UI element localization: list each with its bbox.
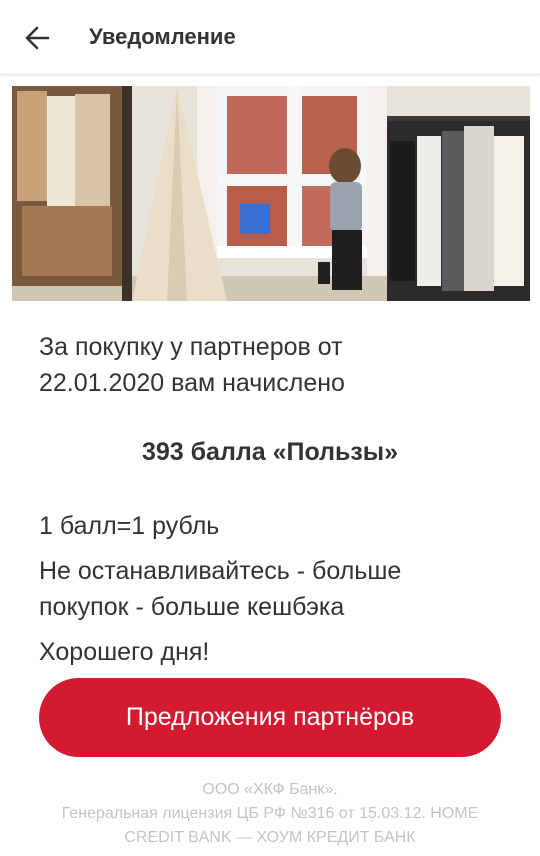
rate-text: 1 балл=1 рубль [39,512,220,540]
hero-image [12,86,530,301]
footer-line-1: ООО «ХКФ Банк». [202,781,338,798]
footer-line-2: Генеральная лицензия ЦБ РФ №316 от 15.03… [61,805,479,822]
back-button[interactable] [18,20,58,56]
encourage-line-2: покупок - больше кешбэка [39,593,345,621]
message-line-1: За покупку у партнеров от [39,333,343,361]
arrow-left-icon [25,26,50,50]
footer-legal: ООО «ХКФ Банк». Генеральная лицензия ЦБ … [0,778,540,850]
encourage-line-1: Не останавливайтесь - больше [39,557,402,585]
app-bar: Уведомление [0,0,540,75]
partners-offers-button[interactable]: Предложения партнёров [39,678,501,757]
page-title: Уведомление [89,24,236,49]
encourage-text: Не останавливайтесь - больше покупок - б… [39,553,509,625]
message-line-2: 22.01.2020 вам начислено [39,369,345,397]
message-intro: За покупку у партнеров от 22.01.2020 вам… [39,329,509,401]
footer-line-3: CREDIT BANK — ХОУМ КРЕДИТ БАНК [124,829,416,846]
farewell-text: Хорошего дня! [39,638,210,666]
points-amount: 393 балла «Пользы» [141,438,399,466]
